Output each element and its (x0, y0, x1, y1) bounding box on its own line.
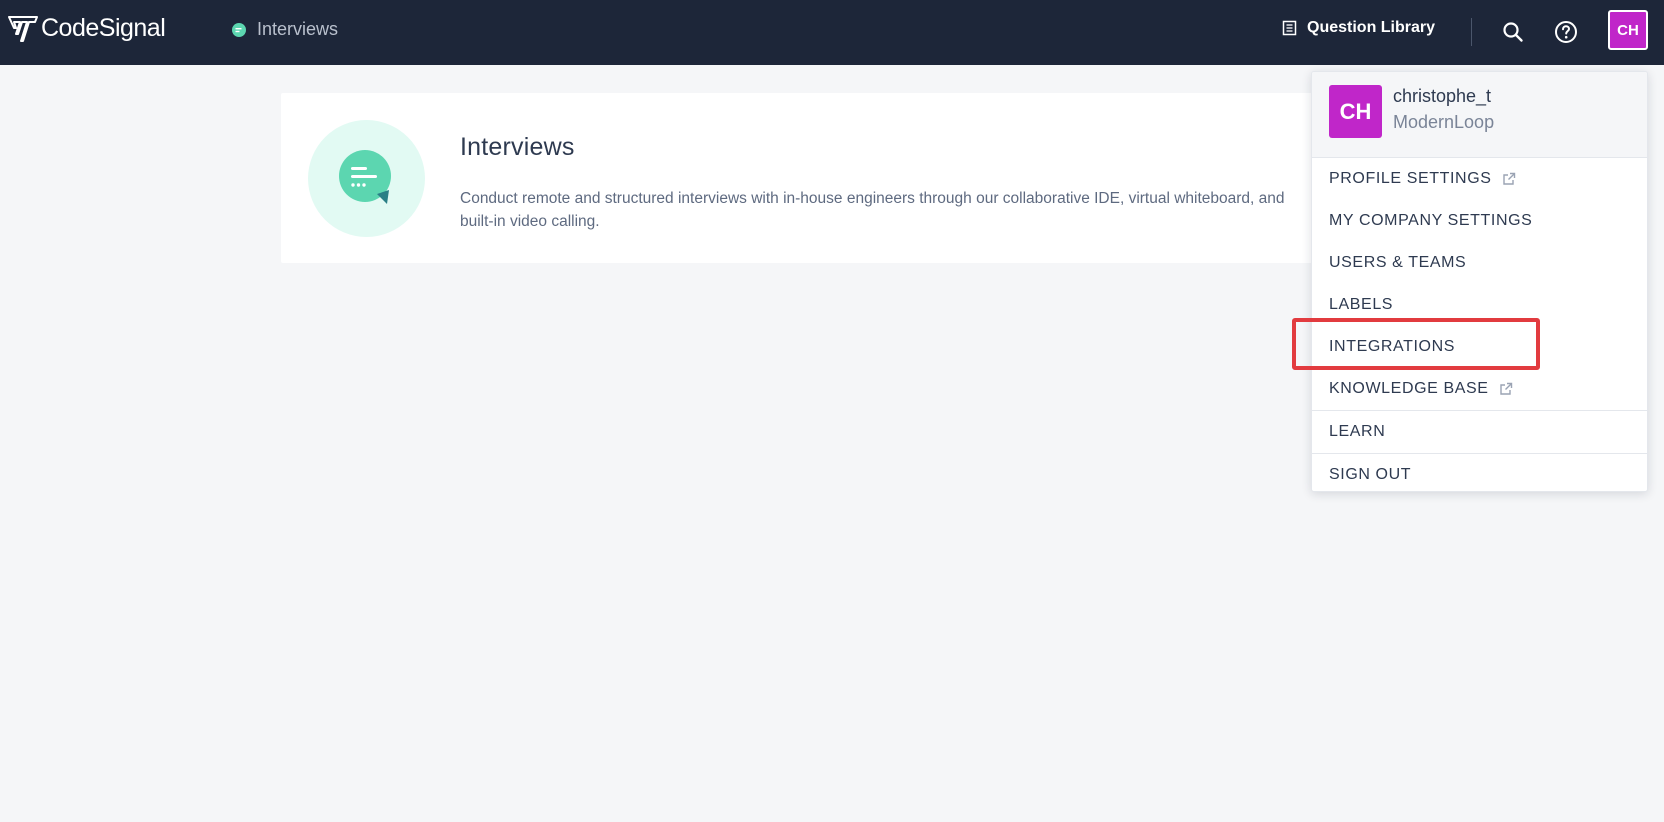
menu-item-learn[interactable]: LEARN (1312, 411, 1647, 453)
user-avatar-button[interactable]: CH (1608, 10, 1648, 50)
menu-item-integrations[interactable]: INTEGRATIONS (1312, 326, 1647, 368)
user-menu-list: PROFILE SETTINGS MY COMPANY SETTINGS USE… (1312, 158, 1647, 491)
user-menu-company: ModernLoop (1393, 112, 1495, 132)
codesignal-logo[interactable]: CodeSignal (8, 14, 166, 43)
user-menu-username: christophe_t (1393, 86, 1492, 106)
question-library-label: Question Library (1307, 19, 1436, 36)
question-library-button[interactable]: Question Library (1282, 19, 1435, 37)
menu-item-my-company-settings[interactable]: MY COMPANY SETTINGS (1312, 200, 1647, 242)
interviews-dot-icon (232, 22, 246, 37)
header-divider (1471, 18, 1472, 46)
help-icon (1555, 21, 1577, 43)
codesignal-logo-icon (8, 15, 38, 42)
external-link-icon (1502, 172, 1515, 185)
menu-item-label: SIGN OUT (1329, 466, 1412, 483)
nav-product-interviews[interactable]: Interviews (231, 19, 338, 40)
interviews-illustration (308, 120, 425, 237)
user-menu-header: CH christophe_t ModernLoop (1312, 72, 1647, 158)
menu-item-label: KNOWLEDGE BASE (1329, 380, 1489, 397)
menu-item-sign-out[interactable]: SIGN OUT (1312, 454, 1647, 491)
avatar: CH (1329, 85, 1382, 138)
top-navigation-bar: CodeSignal Interviews Question Library C… (0, 0, 1664, 65)
help-button[interactable] (1551, 17, 1581, 47)
card-title: Interviews (460, 133, 575, 161)
user-menu-dropdown: CH christophe_t ModernLoop PROFILE SETTI… (1311, 71, 1648, 492)
search-icon (1503, 22, 1523, 42)
external-link-icon (1499, 382, 1512, 395)
menu-item-knowledge-base[interactable]: KNOWLEDGE BASE (1312, 368, 1647, 410)
menu-item-users-teams[interactable]: USERS & TEAMS (1312, 242, 1647, 284)
book-icon (1282, 20, 1297, 36)
menu-item-profile-settings[interactable]: PROFILE SETTINGS (1312, 158, 1647, 200)
chat-bubble-icon (338, 149, 391, 204)
menu-item-label: USERS & TEAMS (1329, 254, 1467, 271)
interviews-product-card[interactable]: Interviews Conduct remote and structured… (281, 93, 1341, 263)
card-description: Conduct remote and structured interviews… (460, 190, 1285, 230)
search-button[interactable] (1498, 17, 1528, 47)
menu-item-label: PROFILE SETTINGS (1329, 170, 1492, 187)
menu-item-labels[interactable]: LABELS (1312, 284, 1647, 326)
nav-product-label: Interviews (257, 19, 339, 39)
menu-item-label: MY COMPANY SETTINGS (1329, 212, 1533, 229)
logo-text: CodeSignal (41, 14, 166, 42)
menu-item-label: LEARN (1329, 423, 1386, 440)
menu-item-label: LABELS (1329, 296, 1394, 313)
menu-item-label: INTEGRATIONS (1329, 338, 1456, 355)
